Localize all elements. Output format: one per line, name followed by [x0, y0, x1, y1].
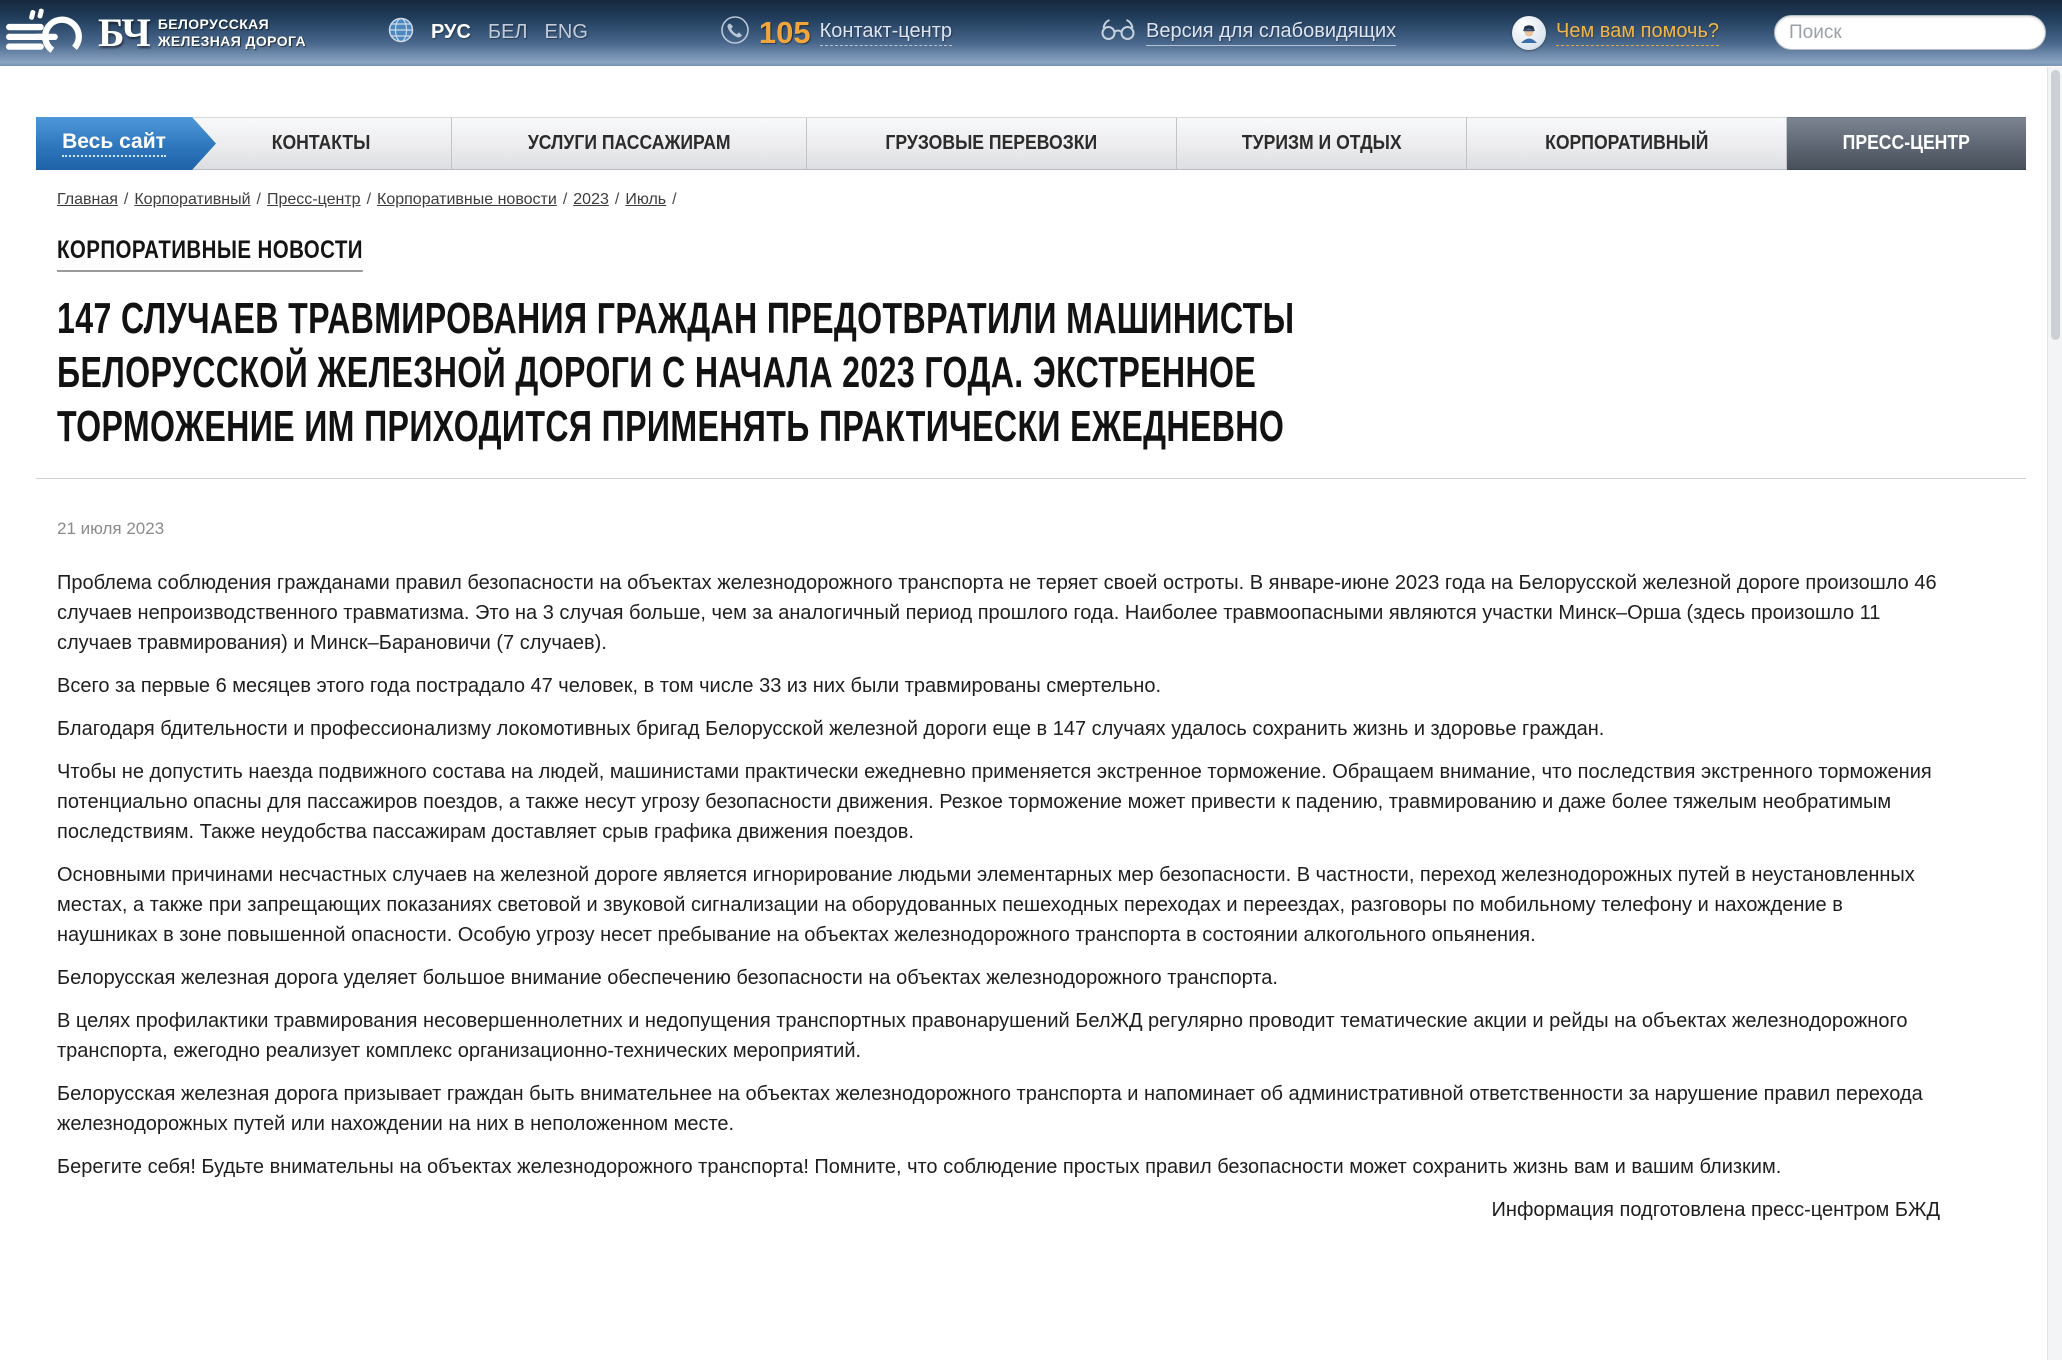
- lang-bel[interactable]: БЕЛ: [488, 21, 528, 44]
- article-paragraph: Всего за первые 6 месяцев этого года пос…: [57, 671, 1940, 701]
- tab-whole-site[interactable]: Весь сайт: [36, 117, 216, 170]
- breadcrumb-corporate[interactable]: Корпоративный: [134, 191, 250, 208]
- logo-abbreviation: БЧ: [98, 13, 150, 53]
- article-paragraph: Благодаря бдительности и профессионализм…: [57, 714, 1940, 744]
- lang-eng[interactable]: ENG: [545, 21, 588, 44]
- article-paragraph: Основными причинами несчастных случаев н…: [57, 860, 1940, 950]
- site-search: [1774, 15, 2046, 50]
- article-paragraph: Белорусская железная дорога призывает гр…: [57, 1079, 1940, 1139]
- breadcrumb-home[interactable]: Главная: [57, 191, 118, 208]
- article-paragraph: В целях профилактики травмирования несов…: [57, 1006, 1940, 1066]
- accessibility-version-link[interactable]: Версия для слабовидящих: [1146, 20, 1396, 46]
- article-title: 147 СЛУЧАЕВ ТРАВМИРОВАНИЯ ГРАЖДАН ПРЕДОТ…: [57, 292, 1488, 454]
- main-navigation: Весь сайт КОНТАКТЫ УСЛУГИ ПАССАЖИРАМ ГРУ…: [36, 117, 2026, 170]
- article-body: Проблема соблюдения гражданами правил бе…: [0, 568, 2062, 1225]
- section-label-corporate-news: КОРПОРАТИВНЫЕ НОВОСТИ: [57, 236, 363, 272]
- site-logo[interactable]: БЧ БЕЛОРУССКАЯ ЖЕЛЕЗНАЯ ДОРОГА: [6, 7, 306, 59]
- tab-freight[interactable]: ГРУЗОВЫЕ ПЕРЕВОЗКИ: [807, 117, 1177, 170]
- tab-corporate[interactable]: КОРПОРАТИВНЫЙ: [1467, 117, 1787, 170]
- tab-tourism[interactable]: ТУРИЗМ И ОТДЫХ: [1177, 117, 1467, 170]
- search-input[interactable]: [1775, 16, 2046, 49]
- lang-rus[interactable]: РУС: [431, 21, 471, 44]
- contact-phone-number: 105: [759, 17, 811, 48]
- breadcrumb-month[interactable]: Июль: [625, 191, 666, 208]
- accessibility-block: Версия для слабовидящих: [1100, 17, 1396, 48]
- tab-press-center-active[interactable]: ПРЕСС-ЦЕНТР: [1787, 117, 2026, 170]
- scrollbar-thumb[interactable]: [2051, 70, 2060, 340]
- breadcrumb-press-center[interactable]: Пресс-центр: [267, 191, 361, 208]
- language-switcher: РУС БЕЛ ENG: [388, 17, 588, 48]
- article-date: 21 июля 2023: [57, 519, 2062, 539]
- breadcrumb-year[interactable]: 2023: [573, 191, 609, 208]
- contact-center-block: 105 Контакт-центр: [720, 15, 952, 50]
- eyeglasses-icon: [1100, 17, 1136, 48]
- phone-icon: [720, 15, 750, 50]
- article-paragraph: Белорусская железная дорога уделяет боль…: [57, 963, 1940, 993]
- railway-wheel-wing-icon: [6, 7, 90, 59]
- tab-contacts[interactable]: КОНТАКТЫ: [192, 117, 452, 170]
- assistant-avatar-icon: [1512, 16, 1546, 50]
- logo-caption: БЕЛОРУССКАЯ ЖЕЛЕЗНАЯ ДОРОГА: [158, 16, 306, 50]
- top-header-bar: БЧ БЕЛОРУССКАЯ ЖЕЛЕЗНАЯ ДОРОГА РУС БЕЛ E…: [0, 0, 2062, 66]
- contact-center-link[interactable]: Контакт-центр: [820, 20, 952, 46]
- article-paragraph: Чтобы не допустить наезда подвижного сос…: [57, 757, 1940, 847]
- article-paragraph: Проблема соблюдения гражданами правил бе…: [57, 568, 1940, 658]
- breadcrumb-corporate-news[interactable]: Корпоративные новости: [377, 191, 557, 208]
- article-credit: Информация подготовлена пресс-центром БЖ…: [57, 1195, 1940, 1225]
- globe-icon: [388, 17, 414, 48]
- help-block: Чем вам помочь?: [1512, 16, 1719, 50]
- help-link[interactable]: Чем вам помочь?: [1556, 20, 1719, 46]
- breadcrumb: Главная/Корпоративный/Пресс-центр/Корпор…: [57, 191, 2026, 209]
- page-scrollbar[interactable]: [2047, 67, 2062, 1360]
- title-divider: [36, 478, 2026, 479]
- search-field-wrap: [1774, 15, 2046, 50]
- article-paragraph: Берегите себя! Будьте внимательны на объ…: [57, 1152, 1940, 1182]
- tab-passenger-services[interactable]: УСЛУГИ ПАССАЖИРАМ: [452, 117, 807, 170]
